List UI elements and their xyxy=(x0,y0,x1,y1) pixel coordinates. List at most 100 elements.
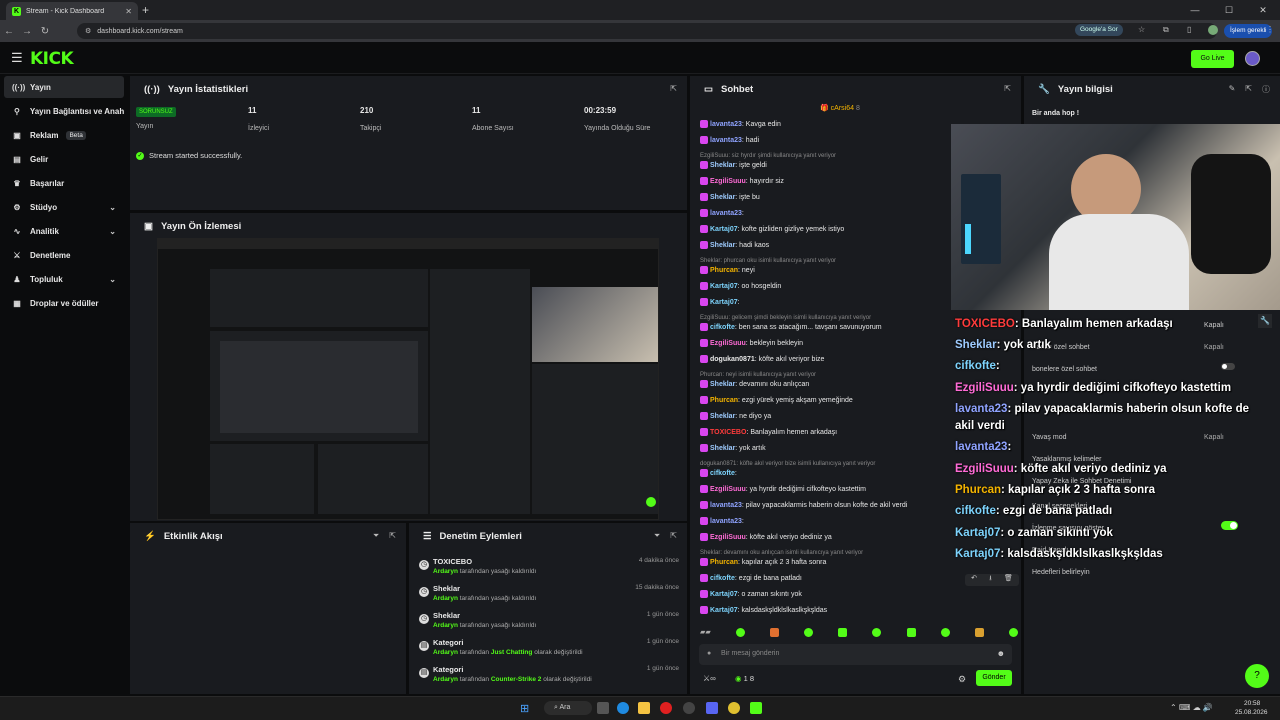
chat-setting-label[interactable]: Yavaş mod xyxy=(1032,434,1067,441)
chat-username[interactable]: Phurcan xyxy=(710,397,738,404)
edit-icon[interactable]: ✎ xyxy=(1229,84,1236,95)
chat-message[interactable]: Phurcan: kapılar açık 2 3 hafta sonra xyxy=(700,558,826,566)
chat-message[interactable]: EzgiliSuuu: köfte akıl veriyo dediniz ya xyxy=(700,533,832,541)
site-info-icon[interactable]: ⚙ xyxy=(85,27,91,35)
chat-username[interactable]: EzgiliSuuu xyxy=(710,178,746,185)
chrome-icon[interactable] xyxy=(728,702,740,714)
chat-settings-icon[interactable]: ⚙ xyxy=(958,674,966,685)
chat-message[interactable]: Kartaj07: oo hosgeldin xyxy=(700,282,781,290)
reload-icon[interactable]: ↻ xyxy=(36,26,54,37)
opera-icon[interactable] xyxy=(660,702,672,714)
chat-username[interactable]: Phurcan xyxy=(710,267,738,274)
sidebar-item-gelir[interactable]: ▤ Gelir xyxy=(4,148,124,170)
emote-icon[interactable] xyxy=(804,628,814,637)
go-live-button[interactable]: Go Live xyxy=(1191,50,1234,68)
sidebar-item-stream-key[interactable]: ⚲ Yayın Bağlantısı ve Anahtar xyxy=(4,100,124,122)
chat-message[interactable]: dogukan0871: köfte akıl veriyor bize xyxy=(700,355,824,363)
popout-icon[interactable]: ⇱ xyxy=(1004,84,1011,93)
filter-icon[interactable]: ⏷ xyxy=(654,531,660,541)
chat-message[interactable]: Phurcan: ezgi yürek yemiş akşam yemeğind… xyxy=(700,396,853,404)
hamburger-menu-icon[interactable]: ☰ xyxy=(11,50,23,66)
chat-username[interactable]: TOXICEBO xyxy=(710,429,746,436)
chat-message[interactable]: EzgiliSuuu: bekleyin bekleyin xyxy=(700,339,803,347)
chat-username[interactable]: lavanta23 xyxy=(710,137,742,144)
chat-username[interactable]: cifkofte xyxy=(710,324,735,331)
mod-tools-icon[interactable]: ⚔∞ xyxy=(703,674,716,683)
chat-username[interactable]: Sheklar xyxy=(710,162,735,169)
close-tab-icon[interactable]: ✕ xyxy=(125,7,132,16)
sidebar-item-basarilar[interactable]: ♛ Başarılar xyxy=(4,172,124,194)
chat-message[interactable]: Sheklar: devamını oku anlıçcan xyxy=(700,380,809,388)
chat-username[interactable]: cifkofte xyxy=(710,575,735,582)
chat-username[interactable]: EzgiliSuuu xyxy=(710,340,746,347)
chat-username[interactable]: EzgiliSuuu xyxy=(710,486,746,493)
emote-icon[interactable] xyxy=(940,628,950,637)
emote-icon[interactable] xyxy=(838,628,848,637)
chat-message[interactable]: cifkofte: ezgi de bana patladı xyxy=(700,574,802,582)
sidebar-item-topluluk[interactable]: ♟ Topluluk ⌄ xyxy=(4,268,124,290)
chat-username[interactable]: Kartaj07 xyxy=(710,283,738,290)
chat-message[interactable]: Kartaj07: kalsdaskşldklslkaslkşkşldas xyxy=(700,606,827,614)
chat-message[interactable]: Kartaj07: o zaman sıkıntı yok xyxy=(700,590,802,598)
chat-setting-label[interactable]: Yasaklanmış kelimeler xyxy=(1032,456,1102,463)
chat-username[interactable]: lavanta23 xyxy=(710,121,742,128)
chat-message[interactable]: Kartaj07: xyxy=(700,298,740,306)
sidebar-item-reklam[interactable]: ▣ Reklam Beta xyxy=(4,124,124,146)
url-field[interactable]: ⚙ dashboard.kick.com/stream xyxy=(77,23,1217,39)
forward-icon[interactable]: → xyxy=(18,26,36,37)
sidebar-item-yayin[interactable]: ((·)) Yayın xyxy=(4,76,124,98)
viewcount-toggle[interactable] xyxy=(1221,521,1238,530)
chat-setting-label[interactable]: Hedefleri belirleyin xyxy=(1032,569,1090,576)
chat-message[interactable]: EzgiliSuuu: ya hyrdir dediğimi cifkoftey… xyxy=(700,485,866,493)
chat-username[interactable]: Kartaj07 xyxy=(710,299,738,306)
chat-username[interactable]: lavanta23 xyxy=(710,210,742,217)
emote-icon[interactable] xyxy=(906,628,916,637)
chat-username[interactable]: Kartaj07 xyxy=(710,607,738,614)
chat-username[interactable]: EzgiliSuuu xyxy=(710,534,746,541)
chat-username[interactable]: lavanta23 xyxy=(710,502,742,509)
maximize-icon[interactable]: ☐ xyxy=(1212,0,1246,20)
kick-app-icon[interactable] xyxy=(750,702,762,714)
chat-message[interactable]: Sheklar: işte bu xyxy=(700,193,760,201)
profile-avatar-icon[interactable] xyxy=(1208,25,1218,35)
chat-message[interactable]: lavanta23: xyxy=(700,209,744,217)
emote-icon[interactable] xyxy=(770,628,780,637)
sidepanel-icon[interactable]: ▯ xyxy=(1187,25,1191,34)
delete-icon[interactable]: 🗑 xyxy=(1004,574,1013,586)
chat-username[interactable]: Sheklar xyxy=(710,381,735,388)
chat-message[interactable]: Sheklar: ne diyo ya xyxy=(700,412,771,420)
side-tool-icon[interactable]: 🔧 xyxy=(1258,314,1272,328)
chat-message[interactable]: lavanta23: pilav yapacaklarmis haberin o… xyxy=(700,501,907,509)
emote-icon[interactable] xyxy=(735,628,745,637)
user-avatar[interactable] xyxy=(1245,51,1260,66)
menu-icon[interactable]: ⋮ xyxy=(1266,25,1274,34)
emote-icon[interactable] xyxy=(872,628,882,637)
close-window-icon[interactable]: ✕ xyxy=(1246,0,1280,20)
taskview-icon[interactable] xyxy=(597,702,609,714)
subs-only-toggle[interactable] xyxy=(1221,363,1235,370)
chat-username[interactable]: Sheklar xyxy=(710,413,735,420)
pin-icon[interactable]: ⭳ xyxy=(989,574,991,586)
reply-icon[interactable]: ↶ xyxy=(971,574,977,586)
chat-message[interactable]: lavanta23: Kavga edin xyxy=(700,120,781,128)
chat-username[interactable]: cifkofte xyxy=(710,470,735,477)
chat-message[interactable]: EzgiliSuuu: hayırdır siz xyxy=(700,177,784,185)
chat-message[interactable]: lavanta23: xyxy=(700,517,744,525)
chat-setting-value[interactable]: Kapalı xyxy=(1204,434,1224,441)
windows-start-icon[interactable]: ⊞ xyxy=(520,702,529,715)
sidebar-item-analitik[interactable]: ∿ Analitik ⌄ xyxy=(4,220,124,242)
emoji-icon[interactable]: ☻ xyxy=(997,649,1005,658)
explorer-icon[interactable] xyxy=(638,702,650,714)
info-icon[interactable]: ⓘ xyxy=(1262,84,1270,95)
extensions-icon[interactable]: ⧉ xyxy=(1163,25,1169,35)
help-chat-icon[interactable]: ? xyxy=(1245,664,1269,688)
chat-message[interactable]: Phurcan: neyi xyxy=(700,266,755,274)
stream-preview-video[interactable] xyxy=(157,238,659,520)
emote-tabs-icon[interactable]: ▰▰ xyxy=(700,628,711,640)
send-button[interactable]: Gönder xyxy=(976,670,1012,686)
chat-username[interactable]: Sheklar xyxy=(710,445,735,452)
kick-logo[interactable]: KICK xyxy=(30,49,74,69)
minimize-icon[interactable]: — xyxy=(1178,0,1212,20)
sidebar-item-denetleme[interactable]: ⚔ Denetleme xyxy=(4,244,124,266)
chat-username[interactable]: dogukan0871 xyxy=(710,356,755,363)
